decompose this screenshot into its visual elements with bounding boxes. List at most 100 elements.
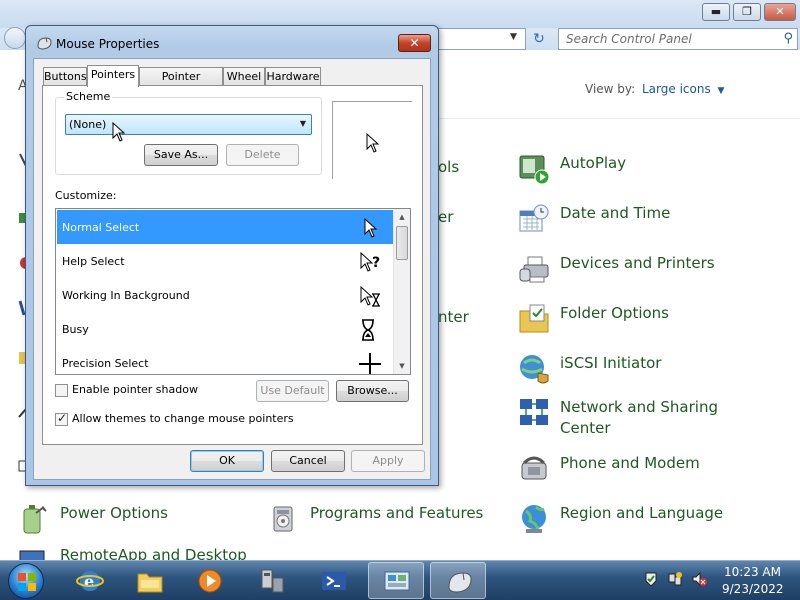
minimize-button[interactable]: ▬	[702, 3, 730, 21]
cp-item-iscsi[interactable]: iSCSI Initiator	[518, 353, 661, 385]
tab-wheel[interactable]: Wheel	[223, 67, 265, 86]
ok-button[interactable]: OK	[190, 450, 264, 472]
partial-item-label[interactable]: nter	[438, 308, 469, 326]
start-button[interactable]	[8, 563, 44, 599]
windows-logo-icon	[18, 573, 36, 591]
save-as-button[interactable]: Save As...	[144, 144, 218, 166]
powershell-icon	[322, 572, 346, 590]
cursor-name: Precision Select	[62, 357, 149, 370]
use-default-button[interactable]: Use Default	[256, 380, 329, 402]
view-by-dropdown[interactable]: Large icons ▼	[642, 82, 724, 96]
taskbar-mouse-button[interactable]	[430, 562, 486, 599]
browse-button[interactable]: Browse...	[336, 380, 409, 402]
check-icon: ✓	[57, 411, 68, 425]
cp-item-label: Phone and Modem	[560, 454, 700, 472]
dialog-body: Buttons Pointers Pointer Options Wheel H…	[33, 58, 431, 480]
arrow-cursor-icon	[364, 217, 378, 238]
maximize-button[interactable]: ❐	[733, 3, 761, 21]
scheme-value: (None)	[69, 118, 107, 131]
tab-hardware[interactable]: Hardware	[265, 67, 321, 86]
list-scrollbar[interactable]: ▲ ▼	[393, 209, 410, 374]
list-item[interactable]: Busy	[57, 312, 393, 346]
cp-item-folder-options[interactable]: Folder Options	[518, 303, 669, 335]
list-item[interactable]: Precision Select	[57, 346, 393, 374]
enable-shadow-checkbox[interactable]	[55, 384, 68, 397]
cp-item-label: AutoPlay	[560, 154, 627, 172]
mouse-icon	[448, 572, 472, 593]
back-button[interactable]	[4, 27, 26, 49]
view-by-value: Large icons	[642, 82, 711, 96]
iscsi-icon	[520, 355, 549, 384]
ie-icon: e	[76, 571, 104, 591]
clock-time[interactable]: 10:23 AM	[724, 565, 781, 579]
action-center-icon[interactable]	[643, 571, 659, 587]
partial-item-label[interactable]: er	[438, 208, 453, 226]
cp-item-date-time[interactable]: Date and Time	[518, 203, 670, 235]
cursor-name: Normal Select	[62, 221, 140, 234]
cp-item-phone-modem[interactable]: Phone and Modem	[518, 453, 700, 485]
volume-muted-icon[interactable]	[691, 571, 707, 587]
cp-item-label: Date and Time	[560, 204, 671, 222]
delete-button[interactable]: Delete	[226, 144, 299, 166]
cancel-button[interactable]: Cancel	[271, 450, 345, 472]
list-item[interactable]: Help Select ?	[57, 244, 393, 278]
network-sharing-icon	[520, 399, 548, 425]
cp-item-network-sharing[interactable]: Network and Sharing Center	[518, 397, 740, 439]
divider	[430, 118, 800, 119]
cp-item-devices-printers[interactable]: Devices and Printers	[518, 253, 715, 285]
crosshair-cursor-icon	[359, 353, 381, 374]
taskbar-explorer-button[interactable]	[122, 562, 178, 599]
scroll-thumb[interactable]	[396, 226, 408, 260]
tab-buttons[interactable]: Buttons	[43, 67, 87, 86]
taskbar-media-player-button[interactable]	[182, 562, 238, 599]
cp-item-autoplay[interactable]: AutoPlay	[518, 153, 626, 185]
search-placeholder: Search Control Panel	[566, 32, 692, 46]
cp-item-programs-features[interactable]: Programs and Features	[268, 503, 483, 535]
apply-button[interactable]: Apply	[351, 450, 425, 472]
close-button[interactable]: ✕	[764, 3, 796, 21]
taskbar-ie-button[interactable]: e	[62, 562, 118, 599]
dialog-close-button[interactable]: ✕	[398, 34, 431, 52]
dialog-title: Mouse Properties	[56, 37, 160, 51]
autoplay-icon	[519, 155, 550, 185]
customize-label: Customize:	[55, 189, 117, 202]
folder-options-icon	[519, 304, 549, 333]
search-icon[interactable]: ⚲	[783, 31, 793, 46]
clock-date[interactable]: 9/23/2022	[722, 582, 784, 596]
hourglass-cursor-icon	[362, 319, 374, 341]
address-dropdown-icon[interactable]: ▼	[510, 32, 517, 42]
pointers-tab-panel: Scheme (None) ▼ Save As... Delete Custom…	[42, 85, 423, 445]
view-by-label: View by:	[585, 82, 636, 96]
refresh-icon[interactable]: ↻	[528, 29, 550, 49]
scroll-up-icon[interactable]: ▲	[394, 209, 410, 225]
cursor-name: Busy	[62, 323, 89, 336]
mouse-properties-dialog: Mouse Properties ✕ Buttons Pointers Poin…	[25, 25, 439, 486]
svg-text:e: e	[84, 572, 94, 591]
cp-item-label: Devices and Printers	[560, 254, 715, 272]
taskbar-powershell-button[interactable]	[306, 562, 362, 599]
taskbar-network-button[interactable]	[244, 562, 300, 599]
working-cursor-icon	[360, 285, 380, 307]
tab-pointers[interactable]: Pointers	[87, 65, 139, 87]
scheme-select[interactable]: (None) ▼	[65, 114, 312, 135]
list-item[interactable]: Working In Background	[57, 278, 393, 312]
svg-text:?: ?	[372, 255, 380, 271]
network-tray-icon[interactable]	[667, 571, 683, 587]
partial-item-label[interactable]: ols	[438, 158, 459, 176]
allow-themes-label: Allow themes to change mouse pointers	[72, 412, 294, 425]
mouse-pointer-icon	[112, 122, 126, 142]
cp-item-region-language[interactable]: Region and Language	[518, 503, 723, 535]
allow-themes-checkbox[interactable]: ✓	[55, 411, 68, 426]
list-item[interactable]: Normal Select	[57, 210, 393, 244]
explorer-icon	[137, 573, 163, 593]
scheme-label: Scheme	[64, 90, 113, 103]
cursor-list[interactable]: Normal Select Help Select ? Working In B…	[55, 208, 411, 375]
cp-item-power-options[interactable]: Power Options	[18, 503, 168, 535]
tab-pointer-options[interactable]: Pointer Options	[139, 67, 223, 100]
taskbar-control-panel-button[interactable]	[368, 562, 424, 599]
date-time-icon	[519, 204, 549, 232]
scroll-down-icon[interactable]: ▼	[394, 358, 410, 374]
search-input[interactable]: Search Control Panel ⚲	[558, 28, 798, 50]
pointer-preview	[332, 101, 412, 179]
control-panel-titlebar: ▬ ❐ ✕	[0, 0, 800, 28]
